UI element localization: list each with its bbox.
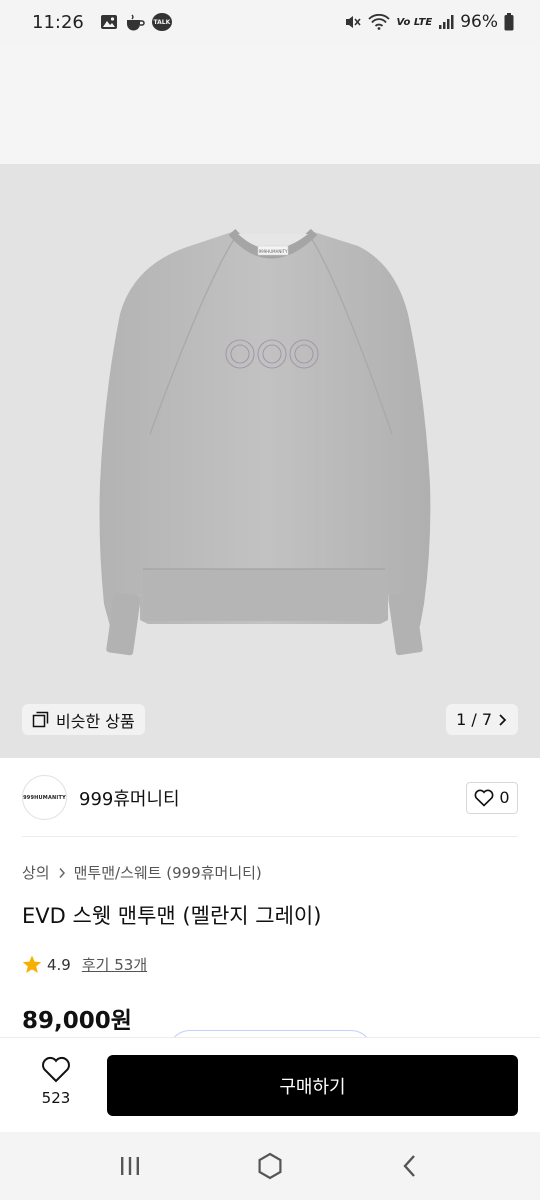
buy-button[interactable]: 구매하기: [107, 1055, 518, 1116]
talk-icon: TALK: [151, 13, 172, 31]
page-count: 1 / 7: [456, 710, 492, 729]
header-spacer: [0, 44, 540, 164]
rating-row: 4.9 후기 53개: [22, 954, 147, 975]
back-icon: [403, 1155, 415, 1177]
review-count-link[interactable]: 후기 53개: [82, 954, 147, 975]
back-button[interactable]: [380, 1141, 440, 1191]
signal-icon: [439, 15, 454, 29]
heart-outline-icon: [42, 1056, 70, 1083]
similar-products-button[interactable]: 비슷한 상품: [22, 704, 145, 735]
breadcrumb-category[interactable]: 상의: [22, 862, 50, 883]
avatar-text: 999HUMANITY: [23, 794, 66, 801]
product-price: 89,000원: [22, 1008, 132, 1034]
star-icon: [22, 955, 42, 973]
wish-count: 523: [41, 1089, 71, 1107]
status-left: 11:26 TALK: [32, 12, 172, 33]
battery-icon: [504, 13, 514, 31]
recent-apps-button[interactable]: [100, 1141, 160, 1191]
seller-name[interactable]: 999휴머니티: [79, 785, 180, 811]
product-image[interactable]: 999HUMANITY: [0, 164, 540, 758]
neck-label-text: 999HUMANITY: [259, 249, 288, 254]
divider: [22, 836, 518, 837]
coffee-icon: [126, 14, 145, 31]
seller-like-count: 0: [499, 788, 510, 807]
status-bar: 11:26 TALK Vo LTE 96%: [0, 0, 540, 44]
home-icon: [258, 1152, 282, 1180]
copy-icon: [32, 711, 49, 728]
chevron-right-icon: [59, 867, 65, 878]
rating-score: 4.9: [47, 955, 71, 974]
breadcrumb-subcategory[interactable]: 맨투맨/스웨트 (999휴머니티): [74, 862, 262, 883]
product-title: EVD 스웻 맨투맨 (멜란지 그레이): [22, 904, 322, 928]
status-right: Vo LTE 96%: [344, 12, 514, 32]
seller-row[interactable]: 999HUMANITY 999휴머니티 0: [22, 775, 518, 820]
heart-outline-icon: [474, 789, 494, 807]
status-time: 11:26: [32, 11, 84, 33]
breadcrumb: 상의 맨투맨/스웨트 (999휴머니티): [22, 862, 262, 883]
system-nav-bar: [0, 1132, 540, 1200]
seller-like-button[interactable]: 0: [466, 781, 518, 814]
battery-percent: 96%: [460, 12, 498, 32]
similar-products-label: 비슷한 상품: [56, 711, 135, 731]
seller-avatar[interactable]: 999HUMANITY: [22, 775, 67, 820]
home-button[interactable]: [240, 1141, 300, 1191]
image-page-indicator[interactable]: 1 / 7: [446, 704, 518, 735]
wifi-icon: [368, 14, 391, 30]
mute-icon: [346, 16, 362, 28]
sweatshirt-illustration: 999HUMANITY: [99, 228, 431, 656]
wish-button[interactable]: 523: [22, 1056, 90, 1107]
chevron-right-icon: [499, 713, 507, 726]
bottom-action-bar: 523 구매하기: [0, 1037, 540, 1132]
gallery-icon: [100, 15, 117, 29]
notification-icons: TALK: [100, 13, 172, 31]
recent-apps-icon: [121, 1157, 139, 1175]
network-label: Vo LTE: [396, 16, 433, 28]
